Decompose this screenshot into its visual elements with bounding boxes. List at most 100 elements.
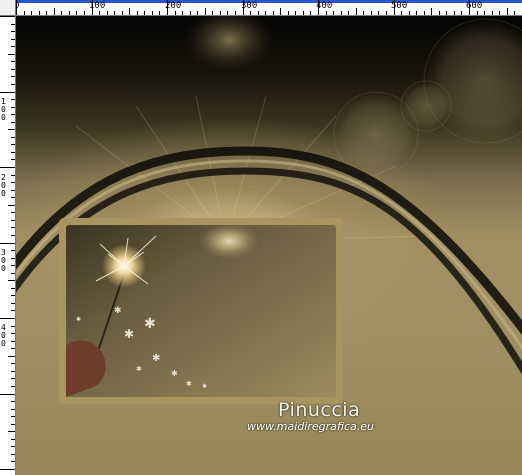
ruler-tick [11,219,15,221]
ruler-tick [0,393,15,395]
ruler-tick [11,453,15,455]
svg-text:✱: ✱ [144,316,156,332]
ruler-tick [76,11,78,15]
ruler-tick [401,11,403,15]
ruler-tick [310,11,312,15]
ruler-tick [11,363,15,365]
ruler-label-500: 500 [391,1,408,11]
ruler-tick [11,38,15,40]
ruler-tick [53,8,55,15]
ruler-tick [11,83,15,85]
ruler-tick [11,333,15,335]
ruler-tick [114,11,116,15]
ruler-vlabel-0f: 0 [1,264,6,273]
ruler-tick [204,8,206,15]
ruler-tick [438,11,440,15]
ruler-tick [0,167,15,168]
ruler-tick [212,11,214,15]
ruler-tick [506,8,508,15]
ruler-tick [11,257,15,259]
ruler-tick [151,11,153,15]
ruler-tick [189,11,191,15]
image-canvas[interactable]: ✱ ✱ ✱ ✱ ✱ ✱ ✱ ✱ ✱ Pinuccia www.maidiregr… [16,16,522,475]
horizontal-ruler: 0 100 200 300 400 500 600 [0,0,522,16]
ruler-tick [159,11,161,15]
ruler-tick [8,431,15,433]
ruler-tick [11,227,15,229]
ruler-tick [453,11,455,15]
ruler-tick [11,340,15,342]
ruler-tick [287,11,289,15]
ruler-tick [174,11,176,15]
top-glow-orb [184,16,274,72]
ruler-tick [227,11,229,15]
ruler-tick [99,11,101,15]
ruler-label-300: 300 [241,1,258,11]
ruler-label-100: 100 [89,1,106,11]
ruler-tick [182,11,184,15]
ruler-tick [11,250,15,252]
ruler-tick [461,11,463,15]
ruler-tick [378,11,380,15]
ruler-tick [11,272,15,274]
ruler-tick [106,11,108,15]
ruler-tick [348,11,350,15]
ruler-tick [476,11,478,15]
ruler-tick [11,234,15,236]
ruler-tick [11,295,15,297]
ruler-tick [11,378,15,380]
ruler-tick [11,310,15,312]
ruler-tick [446,11,448,15]
svg-text:✱: ✱ [186,380,192,388]
ruler-tick [11,46,15,48]
ruler-tick [0,469,15,470]
canvas-artwork: ✱ ✱ ✱ ✱ ✱ ✱ ✱ ✱ ✱ [16,16,522,404]
ruler-tick [484,11,486,15]
ruler-tick [250,11,252,15]
ruler-tick [514,11,516,15]
ruler-tick [11,189,15,191]
ruler-tick [0,91,15,93]
ruler-tick [11,370,15,372]
svg-text:✱: ✱ [171,369,178,378]
ruler-tick [385,11,387,15]
ruler-tick [68,11,70,15]
svg-text:✱: ✱ [76,316,81,323]
ruler-tick [302,11,304,15]
ruler-tick [11,151,15,153]
ruler-tick [0,242,15,244]
ruler-tick [11,302,15,304]
ruler-tick [431,8,433,15]
svg-text:✱: ✱ [136,365,142,373]
ruler-label-600: 600 [466,1,483,11]
ruler-tick [11,408,15,410]
svg-text:✱: ✱ [202,383,207,390]
ruler-tick [23,11,25,15]
ruler-tick [8,53,15,55]
ruler-tick [46,11,48,15]
ruler-corner [0,0,16,16]
ruler-tick [363,11,365,15]
ruler-tick [333,11,335,15]
ruler-tick [355,8,357,15]
ruler-tick [11,114,15,116]
ruler-tick [11,174,15,176]
ruler-tick [0,16,15,17]
ruler-tick [499,11,501,15]
ruler-tick [61,11,63,15]
ruler-tick [31,11,33,15]
ruler-tick [325,11,327,15]
watermark-name: Pinuccia [278,399,361,421]
ruler-tick [11,401,15,403]
ruler-label-200: 200 [165,1,182,11]
ruler-vlabel-0d: 0 [1,189,6,198]
ruler-tick [11,423,15,425]
ruler-tick [280,8,282,15]
ruler-tick [11,61,15,63]
ruler-tick [11,106,15,108]
ruler-tick [11,325,15,327]
ruler-tick [8,204,15,206]
ruler-tick [11,182,15,184]
ruler-tick [197,11,199,15]
svg-text:✱: ✱ [152,353,160,364]
